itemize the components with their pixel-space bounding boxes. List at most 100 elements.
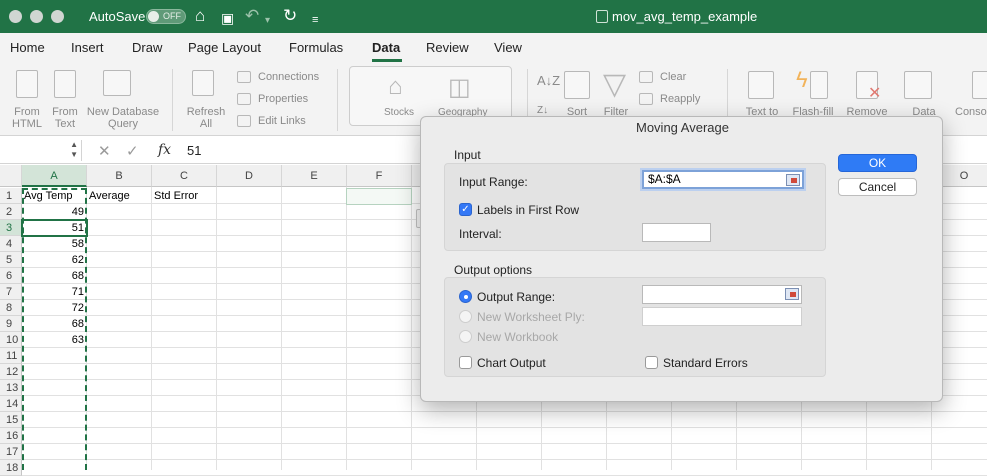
row-header-4[interactable]: 4: [0, 236, 22, 252]
row-header-5[interactable]: 5: [0, 252, 22, 268]
row-header-10[interactable]: 10: [0, 332, 22, 348]
formula-input[interactable]: 51: [187, 143, 201, 158]
chart-output-checkbox[interactable]: [459, 356, 472, 369]
cancel-button[interactable]: Cancel: [838, 178, 917, 196]
stocks-icon: ⌂: [388, 73, 403, 100]
row-header-17[interactable]: 17: [0, 444, 22, 460]
autosave-label: AutoSave: [89, 9, 146, 24]
cancel-entry-icon[interactable]: ✕: [98, 142, 111, 160]
row-header-6[interactable]: 6: [0, 268, 22, 284]
connections-button[interactable]: Connections: [258, 71, 319, 83]
column-header-e[interactable]: E: [282, 165, 347, 187]
tab-draw[interactable]: Draw: [132, 40, 162, 55]
tab-home[interactable]: Home: [10, 40, 45, 55]
cell-c1[interactable]: Std Error: [154, 188, 198, 204]
ribbon-separator: [337, 69, 338, 131]
new-workbook-radio[interactable]: [459, 330, 472, 343]
document-title: mov_avg_temp_example: [612, 9, 758, 24]
range-picker-icon[interactable]: [786, 174, 800, 186]
from-html-icon: [16, 70, 38, 98]
row-header-8[interactable]: 8: [0, 300, 22, 316]
row-header-15[interactable]: 15: [0, 412, 22, 428]
minimize-window-button[interactable]: [30, 10, 43, 23]
tab-page-layout[interactable]: Page Layout: [188, 40, 261, 55]
new-worksheet-ply-field[interactable]: [642, 307, 802, 326]
active-cell-a3[interactable]: [21, 219, 88, 237]
output-range-radio[interactable]: [459, 290, 472, 303]
geography-icon: ◫: [448, 74, 471, 101]
column-gridline: [216, 187, 217, 470]
row-header-18[interactable]: 18: [0, 460, 22, 476]
tab-view[interactable]: View: [494, 40, 522, 55]
column-gridline: [346, 187, 347, 470]
tab-review[interactable]: Review: [426, 40, 469, 55]
fx-icon[interactable]: fx: [158, 142, 171, 158]
clear-button[interactable]: Clear: [660, 71, 686, 83]
undo-dropdown-icon[interactable]: ▾: [265, 11, 270, 31]
column-header-d[interactable]: D: [217, 165, 282, 187]
row-header-14[interactable]: 14: [0, 396, 22, 412]
row-gridline: [22, 427, 987, 428]
row-header-9[interactable]: 9: [0, 316, 22, 332]
save-icon[interactable]: ▣: [221, 8, 234, 28]
undo-icon[interactable]: ↶: [245, 6, 259, 26]
autosave-state: OFF: [163, 11, 181, 21]
reapply-button[interactable]: Reapply: [660, 93, 700, 105]
stocks-button[interactable]: Stocks: [384, 107, 414, 118]
from-text-icon: [54, 70, 76, 98]
home-icon[interactable]: ⌂: [195, 6, 205, 26]
from-text-button[interactable]: From Text: [43, 106, 87, 130]
cell-b1[interactable]: Average: [89, 188, 130, 204]
row-header-16[interactable]: 16: [0, 428, 22, 444]
sort-az-icon[interactable]: A↓Z: [537, 73, 560, 88]
properties-button[interactable]: Properties: [258, 93, 308, 105]
standard-errors-label: Standard Errors: [663, 356, 748, 370]
ribbon-separator: [172, 69, 173, 131]
input-range-field[interactable]: $A:$A: [642, 170, 804, 189]
range-picker-icon[interactable]: [785, 288, 799, 300]
refresh-icon: [192, 70, 214, 96]
column-header-c[interactable]: C: [152, 165, 217, 187]
output-group-label: Output options: [454, 263, 533, 277]
interval-field[interactable]: [642, 223, 711, 242]
sort-za-icon[interactable]: Z↓: [537, 105, 548, 116]
column-header-b[interactable]: B: [87, 165, 152, 187]
redo-icon[interactable]: ↻: [283, 6, 297, 26]
select-all-corner[interactable]: [0, 165, 22, 187]
close-window-button[interactable]: [9, 10, 22, 23]
row-header-3[interactable]: 3: [0, 220, 22, 236]
name-box[interactable]: ▲ ▼: [4, 140, 82, 161]
labels-first-row-checkbox[interactable]: ✓: [459, 203, 472, 216]
edit-links-button[interactable]: Edit Links: [258, 115, 306, 127]
row-header-13[interactable]: 13: [0, 380, 22, 396]
column-gridline: [151, 187, 152, 470]
tab-insert[interactable]: Insert: [71, 40, 104, 55]
zoom-window-button[interactable]: [51, 10, 64, 23]
column-header-f[interactable]: F: [347, 165, 412, 187]
customize-toolbar-icon[interactable]: ≡: [312, 10, 318, 30]
row-gridline: [22, 411, 987, 412]
consolidate-button[interactable]: Conso: [955, 106, 987, 118]
refresh-all-button[interactable]: Refresh All: [182, 106, 230, 130]
standard-errors-checkbox[interactable]: [645, 356, 658, 369]
column-gridline: [411, 187, 412, 470]
cell-f1[interactable]: [346, 188, 412, 205]
new-workbook-label: New Workbook: [477, 330, 559, 344]
row-header-1[interactable]: 1: [0, 188, 22, 204]
column-header-a[interactable]: A: [22, 165, 87, 187]
connections-icon: [237, 71, 251, 83]
remove-x-icon: ✕: [868, 85, 882, 102]
autosave-toggle[interactable]: OFF: [146, 9, 186, 24]
new-worksheet-ply-radio[interactable]: [459, 310, 472, 323]
tab-data[interactable]: Data: [372, 40, 400, 55]
name-box-stepper-icon[interactable]: ▲ ▼: [70, 140, 78, 160]
row-header-7[interactable]: 7: [0, 284, 22, 300]
new-database-query-button[interactable]: New Database Query: [84, 106, 162, 130]
tab-formulas[interactable]: Formulas: [289, 40, 343, 55]
row-header-12[interactable]: 12: [0, 364, 22, 380]
row-header-2[interactable]: 2: [0, 204, 22, 220]
output-range-field[interactable]: [642, 285, 802, 304]
confirm-entry-icon[interactable]: ✓: [126, 142, 139, 160]
ok-button[interactable]: OK: [838, 154, 917, 172]
row-header-11[interactable]: 11: [0, 348, 22, 364]
